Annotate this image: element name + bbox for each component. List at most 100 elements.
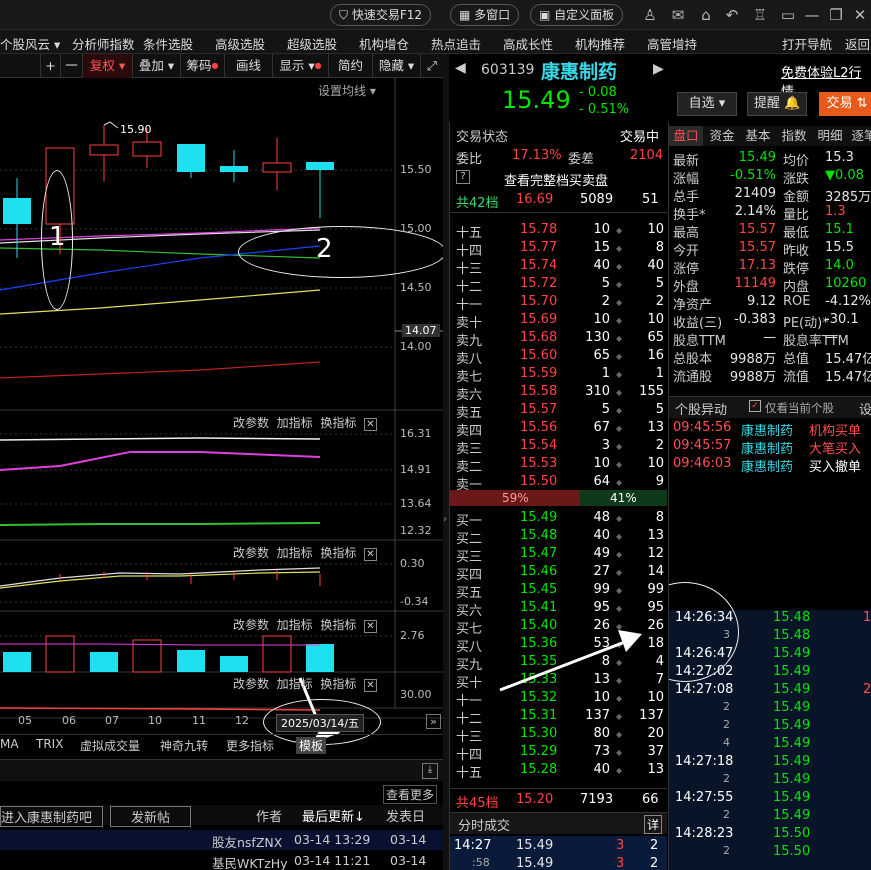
remind-button[interactable]: 提醒 🔔 [747,92,807,116]
minimize-icon[interactable]: — [802,5,822,25]
tab-ma[interactable]: MA [0,737,19,751]
param-button[interactable]: 改参数 [233,618,269,632]
menu-super-select[interactable]: 超级选股 [287,34,337,53]
tick-detail-button[interactable]: 详 [644,815,663,834]
ask-level-row[interactable]: 十五 15.78 10 ◆ 10 [450,222,667,241]
menu-analyst-index[interactable]: 分析师指数 [72,34,135,53]
movement-row[interactable]: 09:46:03 康惠制药 买入撤单 [669,456,871,475]
bid-level-row[interactable]: 买四 15.46 27 ◆ 14 [450,564,667,583]
minimize-small-icon[interactable]: ▭ [778,5,798,25]
chips-button[interactable]: 筹码● [180,54,224,78]
watchlist-dropdown[interactable]: 自选 ▾ [677,92,737,116]
param-button[interactable]: 改参数 [233,416,269,430]
add-indicator-button[interactable]: 加指标 [277,618,313,632]
collapse-icon[interactable]: › [443,514,447,525]
tab-magic-nine[interactable]: 神奇九转 [160,737,208,754]
close-icon[interactable]: ✕ [363,679,377,692]
bid-level-row[interactable]: 十五 15.28 40 ◆ 13 [450,762,667,781]
custom-panel-button[interactable]: ▣ 自定义面板 [530,4,624,26]
close-icon[interactable]: ✕ [363,548,377,561]
tab-more-indicators[interactable]: 更多指标 [226,737,274,754]
add-indicator-button[interactable]: 加指标 [277,677,313,691]
swap-indicator-button[interactable]: 换指标 [320,677,356,691]
view-more-button[interactable]: 查看更多 [383,785,438,804]
menu-institution-recommend[interactable]: 机构推荐 [575,34,625,53]
add-indicator-button[interactable]: 加指标 [277,416,313,430]
param-button[interactable]: 改参数 [233,677,269,691]
swap-indicator-button[interactable]: 换指标 [320,618,356,632]
add-indicator-button[interactable]: 加指标 [277,546,313,560]
trade-button[interactable]: 交易 ⇅ [819,92,871,116]
movement-row[interactable]: 09:45:56 康惠制药 机构买单 [669,420,871,439]
menu-advanced-select[interactable]: 高级选股 [215,34,265,53]
tab-index[interactable]: 指数 [777,126,811,146]
next-stock-icon[interactable]: ▶ [653,61,664,77]
simple-mode-button[interactable]: 简约 [328,54,372,78]
home-icon[interactable]: ⌂ [696,5,716,25]
download-icon[interactable]: ⤓ [422,763,438,779]
ask-level-row[interactable]: 卖三 15.54 3 ◆ 2 [450,438,667,457]
ask-level-row[interactable]: 十三 15.74 40 ◆ 40 [450,258,667,277]
menu-stock-wind[interactable]: 个股风云 ▾ [0,34,60,53]
menu-executive-increase[interactable]: 高管增持 [647,34,697,53]
bid-level-row[interactable]: 十三 15.30 80 ◆ 20 [450,726,667,745]
mail-icon[interactable]: ✉ [668,5,688,25]
prev-stock-icon[interactable]: ◀ [455,60,466,76]
tab-pankou[interactable]: 盘口 [669,126,703,146]
quick-trade-button[interactable]: ⛉ 快速交易F12 [330,4,432,26]
movement-row[interactable]: 09:45:57 康惠制药 大笔买入 [669,438,871,457]
menu-institution-increase[interactable]: 机构增仓 [359,34,409,53]
swap-indicator-button[interactable]: 换指标 [320,416,356,430]
scroll-right-icon[interactable]: » [426,714,441,729]
bid-level-row[interactable]: 买二 15.48 40 ◆ 13 [450,528,667,547]
menu-open-nav[interactable]: 打开导航 [782,34,832,53]
tab-funds[interactable]: 资金 [705,126,739,146]
forum-row[interactable]: 基民WKTzHy 03-14 11:21 03-14 [0,851,443,870]
hide-dropdown[interactable]: 隐藏 ▾ [372,54,420,78]
ask-level-row[interactable]: 卖八 15.60 65 ◆ 16 [450,348,667,367]
fullscreen-icon[interactable]: ⤢ [420,54,443,78]
maximize-icon[interactable]: ❐ [826,5,846,25]
zoom-out-button[interactable]: 一 [60,54,82,78]
column-last-update[interactable]: 最后更新↓ [302,806,365,825]
ask-level-row[interactable]: 卖十 15.69 10 ◆ 10 [450,312,667,331]
restore-rights-dropdown[interactable]: 复权 ▾ [82,54,132,78]
swap-indicator-button[interactable]: 换指标 [320,546,356,560]
bid-level-row[interactable]: 买一 15.49 48 ◆ 8 [450,510,667,529]
user-icon[interactable]: ♙ [640,5,660,25]
tab-basic[interactable]: 基本 [741,126,775,146]
ask-level-row[interactable]: 十一 15.70 2 ◆ 2 [450,294,667,313]
bid-level-row[interactable]: 十二 15.31 137 ◆ 137 [450,708,667,727]
close-icon[interactable]: ✕ [850,5,870,25]
multi-window-button[interactable]: ▦ 多窗口 [450,4,520,26]
ask-level-row[interactable]: 卖四 15.56 67 ◆ 13 [450,420,667,439]
tab-template[interactable]: 模板 [296,737,327,754]
overlay-dropdown[interactable]: 叠加 ▾ [132,54,180,78]
ask-level-row[interactable]: 十二 15.72 5 ◆ 5 [450,276,667,295]
menu-condition-select[interactable]: 条件选股 [143,34,193,53]
close-icon[interactable]: ✕ [363,620,377,633]
tab-detail[interactable]: 明细 [813,126,847,146]
display-dropdown[interactable]: 显示 ▾● [272,54,328,78]
menu-high-growth[interactable]: 高成长性 [503,34,553,53]
draw-line-button[interactable]: 画线 [224,54,272,78]
ask-level-row[interactable]: 卖九 15.68 130 ◆ 65 [450,330,667,349]
menu-hotspot[interactable]: 热点追击 [431,34,481,53]
ask-level-row[interactable]: 卖二 15.53 10 ◆ 10 [450,456,667,475]
param-button[interactable]: 改参数 [233,546,269,560]
tab-virtual-volume[interactable]: 虚拟成交量 [80,737,140,754]
close-icon[interactable]: ✕ [363,418,377,431]
tab-trix[interactable]: TRIX [36,737,63,751]
bid-level-row[interactable]: 十四 15.29 73 ◆ 37 [450,744,667,763]
ask-level-row[interactable]: 卖七 15.59 1 ◆ 1 [450,366,667,385]
new-post-button[interactable]: 发新帖 [110,806,192,827]
movement-settings-button[interactable]: 设 [859,399,871,418]
tab-tick-by-tick[interactable]: 逐笔 [847,126,871,146]
bid-level-row[interactable]: 买三 15.47 49 ◆ 12 [450,546,667,565]
only-current-checkbox[interactable]: ✓ [749,400,761,412]
back-icon[interactable]: ↶ [722,5,742,25]
ask-level-row[interactable]: 卖六 15.58 310 ◆ 155 [450,384,667,403]
shirt-icon[interactable]: ♖ [750,5,770,25]
full-depth-button[interactable]: ? 查看完整档买卖盘 [450,170,667,189]
bid-level-row[interactable]: 买五 15.45 99 ◆ 99 [450,582,667,601]
